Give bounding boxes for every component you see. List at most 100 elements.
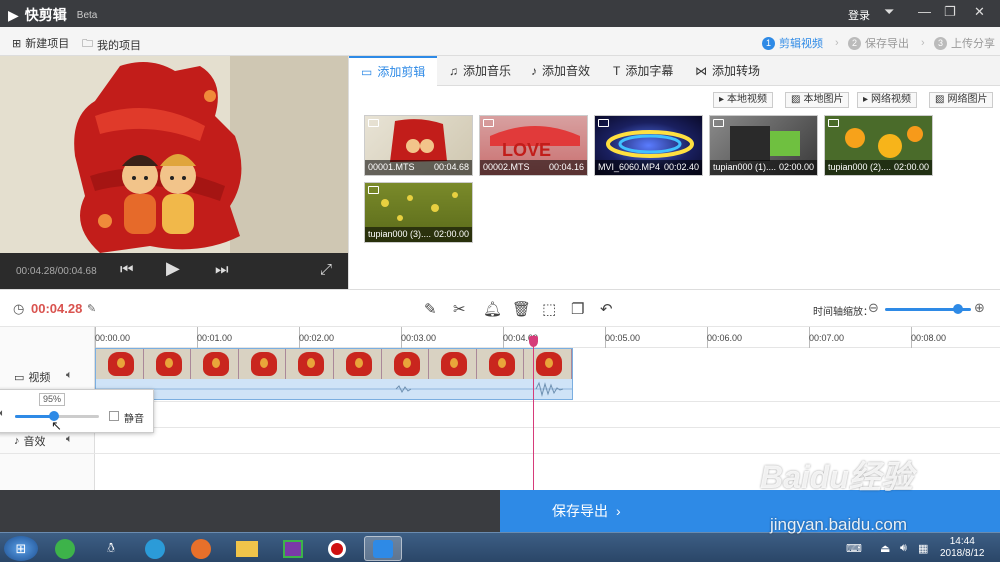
windows-taskbar: ⊞ 🐧︎ ⌨︎ ⏏︎ 🔊︎ ▦ 14:44 2018/8/12 — [0, 532, 1000, 562]
speaker-icon[interactable]: 🔈︎ — [66, 369, 73, 382]
undo-icon[interactable]: ↶ — [600, 300, 613, 318]
tab-add-music[interactable]: ♫ 添加音乐 — [437, 56, 523, 86]
clock-date: 2018/8/12 — [940, 548, 985, 559]
taskbar-app-firefox[interactable] — [182, 536, 220, 561]
tab-label: 添加剪辑 — [377, 65, 426, 79]
my-projects-label: 我的项目 — [97, 39, 141, 52]
transition-icon: ⋈ — [695, 64, 707, 78]
media-item[interactable]: tupian000 (3).... 02:00.00 — [364, 182, 473, 243]
title-bar: ▶ 快剪辑 Beta 登录 ⏷ — ❐ ✕ — [0, 0, 1000, 27]
mute-checkbox[interactable] — [109, 411, 119, 421]
chevron-right-icon: › — [616, 503, 621, 519]
next-frame-icon[interactable]: ⏭ — [215, 261, 229, 278]
taskbar-app-explorer[interactable] — [228, 536, 266, 561]
volume-tray-icon[interactable]: 🔊︎ — [900, 542, 907, 555]
trash-icon[interactable]: 🗑︎ — [512, 300, 531, 318]
close-icon[interactable]: ✕ — [974, 4, 985, 20]
step-edit-video[interactable]: 1 剪辑视频 › — [762, 35, 839, 51]
minimize-icon[interactable]: — — [918, 4, 931, 19]
mouse-cursor-icon: ↖ — [51, 418, 62, 433]
start-button[interactable]: ⊞ — [4, 536, 38, 561]
online-video-button[interactable]: ▸ 网络视频 — [857, 92, 918, 108]
login-link[interactable]: 登录 — [848, 7, 870, 23]
save-export-button[interactable]: 保存导出 › — [500, 490, 1000, 532]
step-number: 2 — [848, 36, 861, 50]
chevron-right-icon: › — [921, 37, 925, 49]
clip-frame — [476, 349, 525, 379]
ruler-tick: 00:00.00 — [95, 333, 131, 343]
taskbar-app-kuaijianji[interactable] — [364, 536, 402, 561]
tab-add-subtitle[interactable]: T 添加字幕 — [601, 56, 685, 86]
media-item[interactable]: 00001.MTS 00:04.68 — [364, 115, 473, 176]
playhead-line[interactable] — [533, 335, 534, 490]
baidu-watermark-logo: Baidu经验 — [760, 459, 913, 495]
beta-label: Beta — [76, 9, 98, 21]
step-upload-share[interactable]: 3 上传分享 — [934, 35, 995, 51]
keyboard-icon[interactable]: ⌨︎ — [846, 542, 862, 555]
media-caption: tupian000 (1).... 02:00.00 — [710, 160, 817, 175]
dropdown-menu-icon[interactable]: ⏷ — [884, 4, 894, 20]
zoom-out-icon[interactable]: ⊖ — [868, 300, 879, 316]
taskbar-app-media[interactable] — [136, 536, 174, 561]
preview-image — [0, 56, 348, 253]
usb-icon[interactable]: ⏏︎ — [880, 542, 890, 555]
media-name: tupian000 (1).... — [713, 162, 777, 172]
media-item[interactable]: tupian000 (1).... 02:00.00 — [709, 115, 818, 176]
step-save-export[interactable]: 2 保存导出 › — [848, 35, 925, 51]
tab-add-clip[interactable]: ▭ 添加剪辑 — [349, 56, 438, 86]
previous-frame-icon[interactable]: ⏮ — [120, 261, 134, 278]
zoom-in-icon[interactable]: ⊕ — [974, 300, 985, 316]
maximize-icon[interactable]: ❐ — [944, 4, 956, 20]
ruler-tick: 00:06.00 — [707, 333, 743, 343]
play-icon[interactable]: ▶ — [166, 258, 180, 279]
media-item[interactable]: MVI_6060.MP4 00:02.40 — [594, 115, 703, 176]
online-image-button[interactable]: ▨ 网络图片 — [929, 92, 994, 108]
folder-icon: 🗀 — [82, 38, 93, 50]
ruler-tick: 00:05.00 — [605, 333, 641, 343]
system-clock[interactable]: 14:44 2018/8/12 — [940, 536, 985, 560]
video-clip[interactable] — [95, 348, 573, 400]
copy-icon[interactable]: ❐ — [571, 300, 584, 318]
speaker-icon[interactable]: 🔈︎ — [66, 433, 73, 446]
sfx-track-label: ♪ 音效 — [14, 433, 46, 449]
media-panel: ▭ 添加剪辑 ♫ 添加音乐 ♪ 添加音效 T 添加字幕 ⋈ 添加转场 ▸ 本地视频… — [348, 56, 1000, 289]
taskbar-app-recorder[interactable] — [318, 536, 356, 561]
export-label: 保存导出 — [552, 503, 608, 519]
clip-frame — [524, 349, 572, 379]
sound-effect-icon: ♪ — [531, 64, 537, 78]
taskbar-app-editor[interactable] — [274, 536, 312, 561]
qq-penguin-icon: 🐧︎ — [106, 540, 115, 555]
fullscreen-icon[interactable]: ⤢ — [320, 261, 332, 278]
media-item[interactable]: tupian000 (2).... 02:00.00 — [824, 115, 933, 176]
text-icon: T — [613, 64, 621, 78]
tab-add-transition[interactable]: ⋈ 添加转场 — [683, 56, 772, 86]
step-number: 3 — [934, 36, 947, 50]
taskbar-app-qq[interactable]: 🐧︎ — [92, 536, 130, 561]
media-item[interactable]: LOVE 00002.MTS 00:04.16 — [479, 115, 588, 176]
step-label: 剪辑视频 — [779, 38, 823, 50]
playhead-handle[interactable] — [529, 336, 538, 347]
edit-toolbar: ◷ 00:04.28 ✎ ✎ ✂ 🔔︎ 🗑︎ ⬚ ❐ ↶ 时间轴缩放： ⊖ ⊕ — [0, 289, 1000, 327]
media-duration: 00:02.40 — [663, 162, 699, 172]
clip-frame — [143, 349, 192, 379]
local-image-button[interactable]: ▨ 本地图片 — [785, 92, 850, 108]
bell-icon[interactable]: 🔔︎ — [483, 300, 502, 318]
taskbar-app-browser[interactable] — [46, 536, 84, 561]
track-name: 视频 — [28, 372, 51, 384]
pencil-icon[interactable]: ✎ — [424, 300, 437, 318]
edit-time-icon[interactable]: ✎ — [87, 302, 96, 315]
my-projects-button[interactable]: 🗀 我的项目 — [82, 35, 141, 54]
video-type-icon — [483, 119, 494, 127]
scissors-icon[interactable]: ✂ — [453, 300, 466, 318]
crop-icon[interactable]: ⬚ — [542, 300, 556, 318]
browser-icon — [55, 538, 75, 559]
new-project-button[interactable]: ⊞ 新建项目 — [12, 35, 69, 51]
tab-bar: ▭ 添加剪辑 ♫ 添加音乐 ♪ 添加音效 T 添加字幕 ⋈ 添加转场 — [349, 56, 1000, 86]
zoom-slider-handle[interactable] — [953, 304, 963, 314]
time-ruler[interactable]: 00:00.00 00:01.00 00:02.00 00:03.00 00:0… — [95, 327, 1000, 348]
local-video-button[interactable]: ▸ 本地视频 — [713, 92, 774, 108]
ruler-tick: 00:08.00 — [911, 333, 947, 343]
media-name: 00002.MTS — [483, 162, 530, 172]
network-icon[interactable]: ▦ — [918, 542, 928, 555]
tab-add-sound-effect[interactable]: ♪ 添加音效 — [519, 56, 602, 86]
